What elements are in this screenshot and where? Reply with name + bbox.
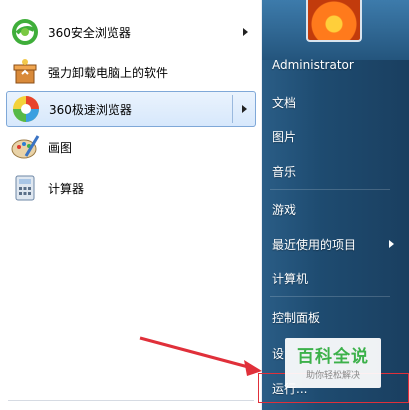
uninstall-box-icon <box>13 59 37 84</box>
watermark-logo: 百科全说 助你轻松解决 <box>285 338 381 388</box>
program-label: 计算器 <box>48 181 85 196</box>
places-item-computer[interactable]: 计算机 <box>272 270 308 287</box>
submenu-arrow-icon <box>243 28 248 36</box>
places-item-recent[interactable]: 最近使用的项目 <box>272 236 356 253</box>
places-item-control-panel[interactable]: 控制面板 <box>272 309 320 326</box>
places-divider <box>270 189 390 190</box>
program-label: 360安全浏览器 <box>48 25 131 40</box>
left-bottom-divider <box>8 400 254 401</box>
program-item-360-browser[interactable]: 360安全浏览器 <box>6 14 256 50</box>
places-item-games[interactable]: 游戏 <box>272 201 296 218</box>
paint-palette-icon <box>11 135 40 159</box>
program-item-paint[interactable]: 画图 <box>6 129 256 165</box>
places-divider <box>270 296 390 297</box>
places-item-pictures[interactable]: 图片 <box>272 128 296 145</box>
places-item-devices[interactable]: 设 <box>272 345 284 362</box>
user-avatar[interactable] <box>306 0 362 42</box>
program-item-uninstall[interactable]: 强力卸载电脑上的软件 <box>6 54 256 90</box>
calculator-icon <box>15 175 35 201</box>
split-divider <box>232 95 233 123</box>
places-item-documents[interactable]: 文档 <box>272 94 296 111</box>
360-speed-browser-icon <box>13 96 39 122</box>
program-label: 360极速浏览器 <box>49 102 132 117</box>
program-label: 画图 <box>48 140 73 155</box>
submenu-arrow-icon <box>389 240 394 248</box>
program-label: 强力卸载电脑上的软件 <box>48 65 169 80</box>
watermark-subtitle: 助你轻松解决 <box>305 371 360 381</box>
places-item-music[interactable]: 音乐 <box>272 163 296 180</box>
submenu-arrow-icon[interactable] <box>242 105 247 113</box>
program-item-360-speed-browser[interactable]: 360极速浏览器 <box>6 91 256 127</box>
program-item-calculator[interactable]: 计算器 <box>6 170 256 206</box>
places-item-user[interactable]: Administrator <box>272 58 354 72</box>
watermark-title: 百科全说 <box>297 347 369 367</box>
360-browser-green-icon <box>12 19 38 45</box>
